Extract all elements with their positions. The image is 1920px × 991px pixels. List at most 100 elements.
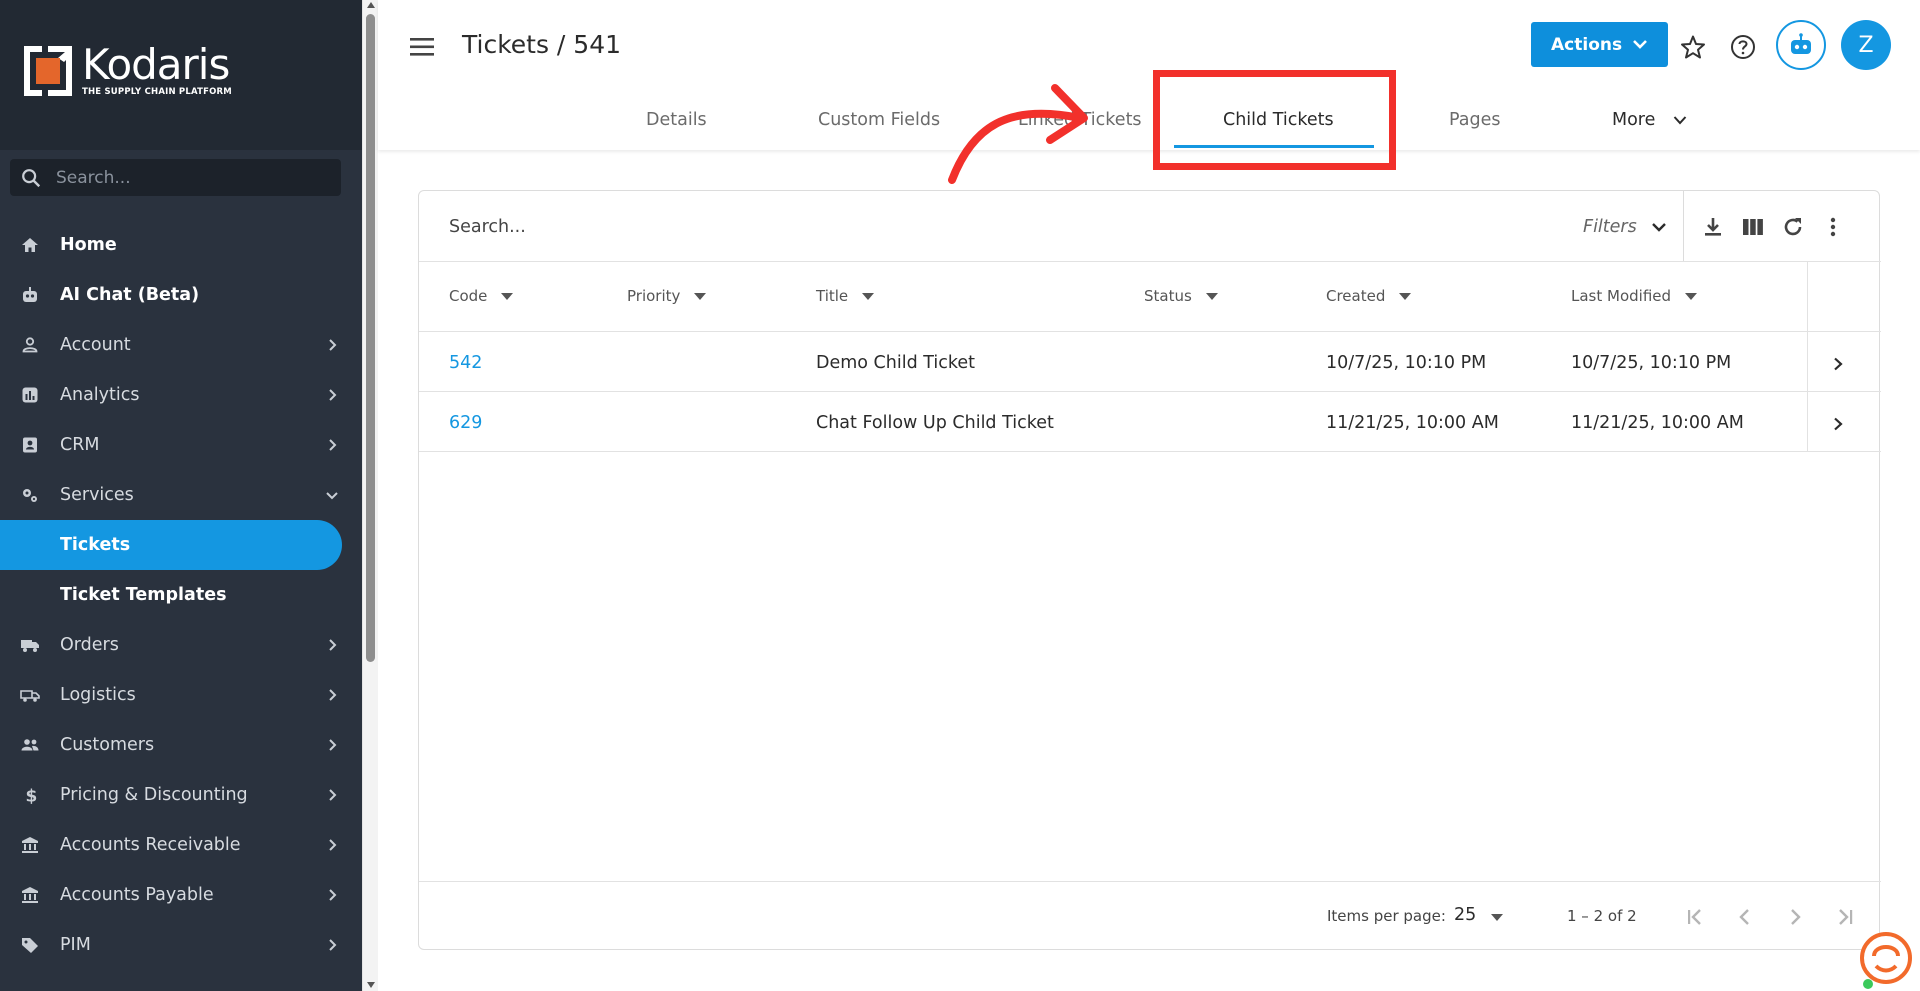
sort-caret-icon <box>1205 292 1218 300</box>
sidebar-nav: Home AI Chat (Beta) Account Analytics CR… <box>0 220 362 970</box>
support-chat-icon[interactable] <box>1860 926 1920 991</box>
chevron-right-icon[interactable] <box>1831 357 1845 371</box>
refresh-icon[interactable] <box>1781 215 1805 239</box>
star-icon[interactable] <box>1680 34 1706 60</box>
sidebar-item-pim[interactable]: PIM <box>0 920 362 970</box>
app-root: Kodaris THE SUPPLY CHAIN PLATFORM Search… <box>0 0 1920 991</box>
sort-caret-icon <box>1685 292 1698 300</box>
chevron-right-icon[interactable] <box>1831 417 1845 431</box>
contacts-icon <box>23 437 37 453</box>
scroll-up-arrow-icon[interactable] <box>367 2 375 8</box>
download-icon[interactable] <box>1701 215 1725 239</box>
search-icon <box>22 168 41 187</box>
ticket-code-link[interactable]: 629 <box>449 413 482 433</box>
ticket-title: Demo Child Ticket <box>816 353 976 373</box>
sidebar-item-crm[interactable]: CRM <box>0 420 362 470</box>
tab-more[interactable]: More <box>1612 110 1687 130</box>
next-page-icon[interactable] <box>1783 905 1807 929</box>
dollar-icon: $ <box>26 787 38 806</box>
chevron-down-icon <box>1633 40 1647 49</box>
columns-icon[interactable] <box>1741 215 1765 239</box>
pagination-range: 1 – 2 of 2 <box>1567 907 1637 925</box>
divider <box>419 261 1881 262</box>
chevron-right-icon <box>329 839 337 851</box>
column-header-label: Code <box>449 287 488 305</box>
person-icon <box>22 337 38 353</box>
more-vert-icon[interactable] <box>1821 215 1845 239</box>
sidebar-search-placeholder: Search... <box>56 167 131 188</box>
sidebar-item-pricing[interactable]: $ Pricing & Discounting <box>0 770 362 820</box>
table-search-input[interactable]: Search... <box>449 217 526 237</box>
chevron-down-icon[interactable] <box>1651 221 1667 233</box>
ai-assistant-button[interactable] <box>1776 20 1826 70</box>
sidebar-item-label: CRM <box>60 435 100 455</box>
sidebar-item-orders[interactable]: Orders <box>0 620 362 670</box>
column-header-status[interactable]: Status <box>1144 287 1218 305</box>
delivery-icon <box>20 690 40 702</box>
column-header-label: Created <box>1326 287 1386 305</box>
sidebar-item-label: Accounts Receivable <box>60 835 241 855</box>
tab-custom-fields[interactable]: Custom Fields <box>818 110 940 130</box>
user-avatar[interactable]: Z <box>1841 20 1891 70</box>
last-page-icon[interactable] <box>1833 905 1857 929</box>
first-page-icon[interactable] <box>1683 905 1707 929</box>
chevron-down-icon <box>326 492 338 500</box>
filters-button[interactable]: Filters <box>1583 217 1637 237</box>
scroll-down-arrow-icon[interactable] <box>367 982 375 988</box>
annotation-highlight-box <box>1153 70 1396 170</box>
sidebar-item-label: Orders <box>60 635 119 655</box>
logo-wordmark: Kodaris <box>82 40 230 89</box>
annotation-arrow <box>948 84 1088 184</box>
items-per-page-select[interactable]: 25 <box>1454 905 1476 925</box>
sidebar-scrollbar[interactable] <box>362 0 378 991</box>
kodaris-logo[interactable]: Kodaris THE SUPPLY CHAIN PLATFORM <box>22 44 232 98</box>
child-tickets-table-card: Search... Filters Code Priority Title St… <box>418 190 1881 950</box>
chevron-down-icon <box>1673 116 1687 125</box>
column-header-label: Priority <box>627 287 681 305</box>
column-header-code[interactable]: Code <box>449 287 514 305</box>
menu-icon[interactable] <box>410 36 436 58</box>
sidebar-item-home[interactable]: Home <box>0 220 362 270</box>
sidebar-item-label: Logistics <box>60 685 136 705</box>
sidebar-item-label: Pricing & Discounting <box>60 785 248 805</box>
column-header-title[interactable]: Title <box>816 287 875 305</box>
sidebar-item-logistics[interactable]: Logistics <box>0 670 362 720</box>
chevron-right-icon <box>329 689 337 701</box>
sidebar-item-accounts-receivable[interactable]: Accounts Receivable <box>0 820 362 870</box>
tab-details[interactable]: Details <box>646 110 707 130</box>
column-header-priority[interactable]: Priority <box>627 287 707 305</box>
column-header-last-modified[interactable]: Last Modified <box>1571 287 1698 305</box>
sidebar-item-account[interactable]: Account <box>0 320 362 370</box>
kodaris-logo-icon <box>22 44 74 98</box>
sidebar-item-analytics[interactable]: Analytics <box>0 370 362 420</box>
svg-text:$: $ <box>26 787 38 806</box>
sidebar-item-services[interactable]: Services <box>0 470 362 520</box>
sidebar-item-tickets[interactable]: Tickets <box>0 520 342 570</box>
page-header: Tickets / 541 Actions Z Details Custom F… <box>378 0 1920 150</box>
column-header-label: Title <box>816 287 849 305</box>
ticket-title: Chat Follow Up Child Ticket <box>816 413 1054 433</box>
divider <box>419 881 1881 882</box>
ticket-code-link[interactable]: 542 <box>449 353 482 373</box>
bank-icon <box>22 887 38 903</box>
tab-pages[interactable]: Pages <box>1449 110 1500 130</box>
sidebar-item-ticket-templates[interactable]: Ticket Templates <box>0 570 362 620</box>
sidebar-item-accounts-payable[interactable]: Accounts Payable <box>0 870 362 920</box>
sidebar-item-label: Tickets <box>60 535 131 555</box>
sidebar-item-ai-chat[interactable]: AI Chat (Beta) <box>0 270 362 320</box>
chevron-right-icon <box>329 439 337 451</box>
chevron-right-icon <box>329 739 337 751</box>
sort-caret-icon <box>694 292 707 300</box>
sidebar-search-input[interactable]: Search... <box>10 159 341 196</box>
column-header-created[interactable]: Created <box>1326 287 1412 305</box>
sort-caret-icon <box>862 292 875 300</box>
tag-icon <box>22 938 38 953</box>
actions-button[interactable]: Actions <box>1531 22 1668 67</box>
chevron-right-icon <box>329 339 337 351</box>
help-icon[interactable] <box>1730 34 1756 60</box>
sidebar-item-label: Account <box>60 335 131 355</box>
previous-page-icon[interactable] <box>1733 905 1757 929</box>
scrollbar-thumb[interactable] <box>366 14 375 662</box>
sidebar-item-customers[interactable]: Customers <box>0 720 362 770</box>
dropdown-caret-icon[interactable] <box>1491 914 1503 921</box>
